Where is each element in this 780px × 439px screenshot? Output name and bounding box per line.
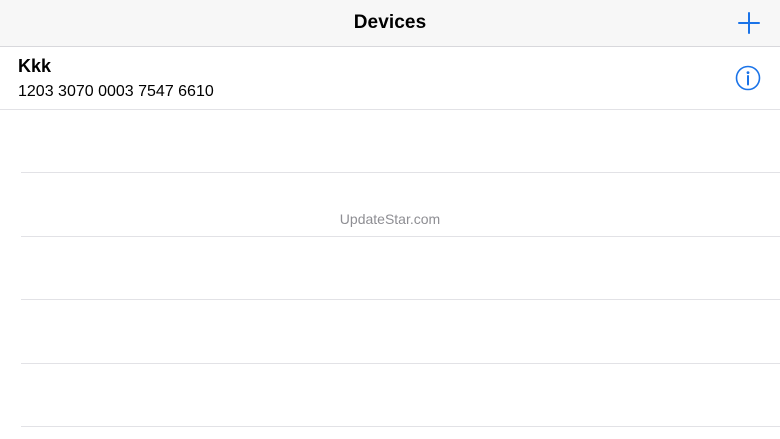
watermark: UpdateStar.com bbox=[0, 211, 780, 227]
page-title: Devices bbox=[0, 12, 780, 34]
device-info-button[interactable] bbox=[735, 65, 761, 91]
empty-list-row bbox=[21, 301, 780, 364]
info-circle-icon bbox=[735, 65, 761, 91]
navigation-bar: Devices bbox=[0, 0, 780, 47]
device-name: Kkk bbox=[18, 56, 51, 77]
plus-icon bbox=[734, 8, 764, 38]
empty-list-row bbox=[21, 110, 780, 173]
device-serial: 1203 3070 0003 7547 6610 bbox=[18, 83, 214, 101]
device-row[interactable]: Kkk 1203 3070 0003 7547 6610 bbox=[0, 47, 780, 110]
empty-list-row bbox=[21, 174, 780, 237]
empty-list-row bbox=[21, 237, 780, 300]
empty-list-row bbox=[21, 364, 780, 427]
add-device-button[interactable] bbox=[734, 8, 764, 38]
